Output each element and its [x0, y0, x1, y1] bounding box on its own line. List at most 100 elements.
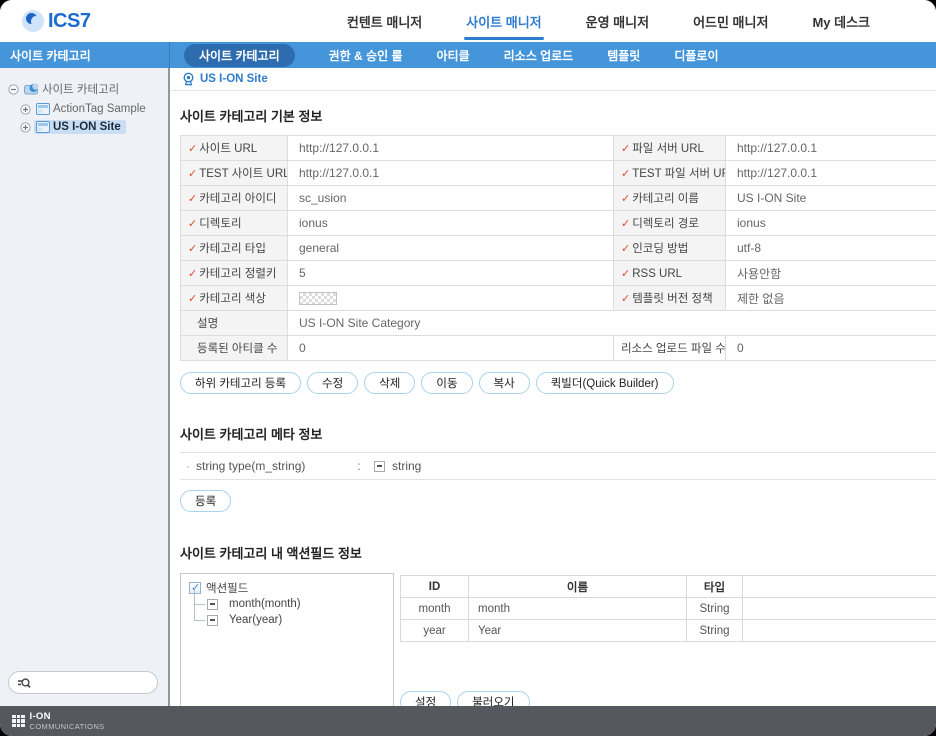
ion-grid-icon	[12, 715, 25, 728]
table-row: 사이트 URL http://127.0.0.1 파일 서버 URL http:…	[181, 136, 936, 161]
action-field-section: 액션필드 month(month) Year(year)	[180, 573, 936, 706]
tree-node-actiontag-sample[interactable]: ActionTag Sample	[0, 100, 168, 118]
cell-type: String	[687, 598, 743, 620]
add-sub-category-button[interactable]: 하위 카테고리 등록	[180, 372, 301, 394]
required-check-icon	[621, 268, 630, 280]
field-value: US I-ON Site Category	[288, 311, 936, 336]
tree-node-label: US I-ON Site	[53, 121, 121, 133]
cell-type: String	[687, 620, 743, 642]
copy-button[interactable]: 복사	[479, 372, 530, 394]
action-field-node-month[interactable]: month(month)	[194, 596, 385, 612]
cell-id: year	[401, 620, 469, 642]
nav-content-manager[interactable]: 컨텐트 매니저	[347, 12, 422, 31]
action-field-node-label: month(month)	[229, 598, 301, 610]
tree-node-label: 사이트 카테고리	[42, 81, 119, 97]
action-field-node-year[interactable]: Year(year)	[194, 612, 385, 628]
action-field-tree-panel: 액션필드 month(month) Year(year)	[180, 573, 394, 706]
required-check-icon	[621, 243, 630, 255]
settings-button[interactable]: 설정	[400, 691, 451, 706]
field-value: 제한 없음	[726, 286, 936, 311]
table-row: TEST 사이트 URL http://127.0.0.1 TEST 파일 서버…	[181, 161, 936, 186]
field-value: http://127.0.0.1	[288, 161, 614, 186]
action-field-root-label: 액션필드	[206, 580, 248, 596]
edit-button[interactable]: 수정	[307, 372, 358, 394]
tab-article[interactable]: 아티클	[437, 47, 470, 64]
cell-id: month	[401, 598, 469, 620]
field-value: sc_usion	[288, 186, 614, 211]
field-value: http://127.0.0.1	[288, 136, 614, 161]
expand-icon[interactable]	[20, 122, 31, 133]
footer-brand: I-ON	[30, 712, 105, 722]
field-value: 0	[288, 336, 614, 361]
table-header-row: ID 이름 타입	[401, 576, 936, 598]
field-value: http://127.0.0.1	[726, 136, 936, 161]
app-logo[interactable]: ICS7	[0, 10, 90, 33]
field-value: general	[288, 236, 614, 261]
main-content: US I-ON Site 사이트 카테고리 기본 정보 사이트 URL http…	[170, 68, 936, 706]
table-row: year Year String	[401, 620, 936, 642]
quick-builder-button[interactable]: 퀵빌더(Quick Builder)	[536, 372, 674, 394]
top-navigation: 컨텐트 매니저 사이트 매니저 운영 매니저 어드민 매니저 My 데스크	[347, 12, 870, 31]
required-check-icon	[621, 193, 630, 205]
minus-box-icon[interactable]	[207, 615, 218, 626]
move-button[interactable]: 이동	[421, 372, 472, 394]
field-value: ionus	[726, 211, 936, 236]
column-header-name: 이름	[469, 576, 687, 598]
meta-info-list: · string type(m_string) : string	[180, 452, 936, 480]
section-tabs: 사이트 카테고리 권한 & 승인 룰 아티클 리소스 업로드 템플릿 디플로이	[170, 42, 719, 68]
site-root-icon	[24, 83, 39, 95]
required-check-icon	[188, 243, 197, 255]
required-check-icon	[188, 218, 197, 230]
basic-info-table: 사이트 URL http://127.0.0.1 파일 서버 URL http:…	[180, 135, 936, 361]
table-row: 카테고리 색상 템플릿 버전 정책 제한 없음	[181, 286, 936, 311]
table-row: 설명 US I-ON Site Category	[181, 311, 936, 336]
action-field-actions: 설정 불러오기	[400, 691, 936, 706]
expand-icon[interactable]	[20, 104, 31, 115]
cell-name: Year	[469, 620, 687, 642]
field-label: 리소스 업로드 파일 수	[614, 336, 726, 361]
field-value: utf-8	[726, 236, 936, 261]
meta-item: · string type(m_string) : string	[180, 453, 936, 479]
search-filter-icon	[17, 677, 31, 689]
field-label: 설명	[181, 311, 288, 336]
field-value: 5	[288, 261, 614, 286]
action-field-root-node[interactable]: 액션필드	[189, 580, 385, 596]
tree-node-label: ActionTag Sample	[53, 103, 146, 115]
sidebar-panel-title: 사이트 카테고리	[0, 42, 170, 68]
tab-deploy[interactable]: 디플로이	[674, 47, 718, 64]
nav-admin-manager[interactable]: 어드민 매니저	[693, 12, 768, 31]
bullet-icon: ·	[180, 459, 196, 473]
category-tree-sidebar: 사이트 카테고리 ActionTag Sample	[0, 68, 170, 706]
breadcrumb-current[interactable]: US I-ON Site	[200, 73, 268, 85]
tab-resource-upload[interactable]: 리소스 업로드	[504, 47, 574, 64]
minus-box-icon[interactable]	[374, 461, 385, 472]
tree-search-box	[8, 671, 158, 694]
app-window: ICS7 컨텐트 매니저 사이트 매니저 운영 매니저 어드민 매니저 My 데…	[0, 0, 936, 736]
tab-site-category[interactable]: 사이트 카테고리	[184, 44, 295, 67]
tab-template[interactable]: 템플릿	[607, 47, 640, 64]
nav-my-desk[interactable]: My 데스크	[812, 12, 870, 31]
tree-search-input[interactable]	[36, 677, 149, 689]
register-meta-button[interactable]: 등록	[180, 490, 231, 512]
tree-node-root[interactable]: 사이트 카테고리	[0, 78, 168, 100]
tree-node-us-ion-site[interactable]: US I-ON Site	[0, 118, 168, 136]
category-node-icon	[36, 103, 50, 115]
field-value: ionus	[288, 211, 614, 236]
required-check-icon	[188, 293, 197, 305]
field-value: 0	[726, 336, 936, 361]
basic-info-actions: 하위 카테고리 등록 수정 삭제 이동 복사 퀵빌더(Quick Builder…	[180, 372, 936, 394]
breadcrumb: US I-ON Site	[170, 68, 936, 91]
location-icon	[182, 72, 195, 86]
delete-button[interactable]: 삭제	[364, 372, 415, 394]
nav-site-manager[interactable]: 사이트 매니저	[466, 12, 541, 31]
required-check-icon	[621, 218, 630, 230]
nav-operation-manager[interactable]: 운영 매니저	[586, 12, 649, 31]
collapse-icon[interactable]	[8, 84, 19, 95]
minus-box-icon[interactable]	[207, 599, 218, 610]
category-node-icon	[36, 121, 50, 133]
basic-info-title: 사이트 카테고리 기본 정보	[180, 106, 936, 125]
site-category-tree: 사이트 카테고리 ActionTag Sample	[0, 78, 168, 136]
app-footer: I-ON COMMUNICATIONS	[0, 706, 936, 736]
tab-permission-approval-rule[interactable]: 권한 & 승인 룰	[329, 47, 403, 64]
load-button[interactable]: 불러오기	[457, 691, 529, 706]
